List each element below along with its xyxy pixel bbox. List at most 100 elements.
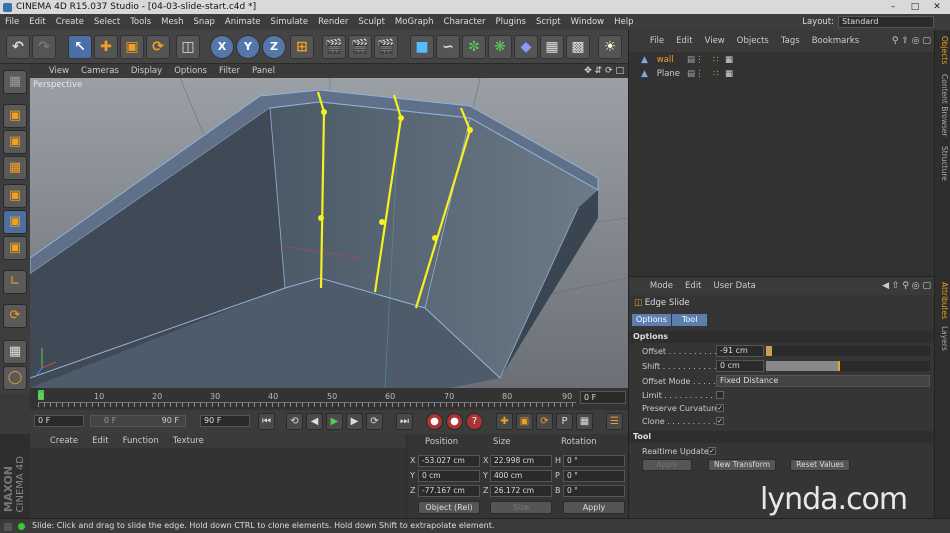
tab-objects[interactable]: Objects xyxy=(937,36,949,64)
rot-h-field[interactable]: 0 ° xyxy=(563,455,625,467)
preserve-curvature-checkbox[interactable]: ✓ xyxy=(716,404,724,412)
texture-mode-icon[interactable]: ▣ xyxy=(3,130,27,154)
record-pla-icon[interactable]: ▦ xyxy=(576,413,593,430)
tab-attributes[interactable]: Attributes xyxy=(937,282,949,319)
reset-values-button[interactable]: Reset Values xyxy=(790,459,850,471)
floor-icon[interactable]: ▦ xyxy=(540,35,564,59)
light-icon[interactable]: ☀ xyxy=(598,35,622,59)
redo-icon[interactable]: ↷ xyxy=(32,35,56,59)
offset-field[interactable]: -91 cm xyxy=(716,345,764,357)
menu-script[interactable]: Script xyxy=(531,14,566,30)
viewport-menu-options[interactable]: Options xyxy=(168,64,213,78)
pos-x-field[interactable]: -53.027 cm xyxy=(418,455,480,467)
shift-field[interactable]: 0 cm xyxy=(716,360,764,372)
attribute-menu-mode[interactable]: Mode xyxy=(644,277,679,295)
menu-edit[interactable]: Edit xyxy=(24,14,50,30)
scale-icon[interactable]: ▣ xyxy=(120,35,144,59)
edges-mode-icon[interactable]: ▣ xyxy=(3,210,27,234)
shift-slider[interactable] xyxy=(766,361,930,371)
timeline-window-icon[interactable]: ☰ xyxy=(606,413,623,430)
snap-icon[interactable]: ▦ xyxy=(3,340,27,364)
render-picture-viewer-icon[interactable]: 🎬 xyxy=(348,35,372,59)
render-view-icon[interactable]: 🎬 xyxy=(322,35,346,59)
texture-tag-icon[interactable]: ▦ xyxy=(725,67,733,81)
record-scale-icon[interactable]: ▣ xyxy=(516,413,533,430)
viewport-menu-cameras[interactable]: Cameras xyxy=(75,64,125,78)
attribute-nav-icons[interactable]: ◀ ⇧ ⚲ ◎ ▢ xyxy=(882,277,931,295)
menu-character[interactable]: Character xyxy=(439,14,491,30)
close-button[interactable]: ✕ xyxy=(926,1,948,13)
size-mode-select[interactable]: Size xyxy=(490,501,552,514)
timeline-ruler[interactable]: 0 10 20 30 40 50 60 70 80 90 0 F xyxy=(30,388,628,410)
frame-range-slider[interactable]: 0 F 90 F xyxy=(90,415,186,427)
menu-tools[interactable]: Tools xyxy=(125,14,156,30)
axis-mode-icon[interactable]: ∟ xyxy=(3,270,27,294)
object-tag-icon[interactable]: ∷ xyxy=(713,67,718,81)
menu-sculpt[interactable]: Sculpt xyxy=(353,14,390,30)
object-menu-view[interactable]: View xyxy=(699,30,731,52)
pos-z-field[interactable]: -77.167 cm xyxy=(418,485,480,497)
make-editable-icon[interactable]: ▦ xyxy=(3,70,27,94)
minimize-button[interactable]: – xyxy=(882,1,904,13)
apply-button[interactable]: Apply xyxy=(642,459,692,471)
points-mode-icon[interactable]: ▣ xyxy=(3,184,27,208)
object-row-plane[interactable]: ▲ Plane ▤⋮ ∷ ▦ xyxy=(641,67,733,81)
coordinates-apply-button[interactable]: Apply xyxy=(563,501,625,514)
menu-simulate[interactable]: Simulate xyxy=(266,14,314,30)
size-y-field[interactable]: 400 cm xyxy=(490,470,552,482)
recent-tool-icon[interactable]: ◫ xyxy=(176,35,200,59)
object-menu-bookmarks[interactable]: Bookmarks xyxy=(806,30,866,52)
goto-prev-key-icon[interactable]: ⟲ xyxy=(286,413,303,430)
menu-create[interactable]: Create xyxy=(51,14,89,30)
object-menu-objects[interactable]: Objects xyxy=(731,30,775,52)
record-parameter-icon[interactable]: P xyxy=(556,413,573,430)
tab-options[interactable]: Options xyxy=(632,314,671,326)
goto-next-key-icon[interactable]: ⟳ xyxy=(366,413,383,430)
viewport[interactable]: Perspective xyxy=(30,78,628,388)
tweak-mode-icon[interactable]: ⟳ xyxy=(3,304,27,328)
material-manager[interactable]: Create Edit Function Texture xyxy=(30,434,406,518)
offset-slider-handle[interactable] xyxy=(766,346,772,356)
spline-pen-icon[interactable]: ∽ xyxy=(436,35,460,59)
tab-content-browser[interactable]: Content Browser xyxy=(937,74,949,137)
autokey-icon[interactable]: ● xyxy=(446,413,463,430)
menu-render[interactable]: Render xyxy=(313,14,353,30)
live-selection-icon[interactable]: ↖ xyxy=(68,35,92,59)
z-axis-button[interactable]: Z xyxy=(262,35,286,59)
rot-b-field[interactable]: 0 ° xyxy=(563,485,625,497)
tab-tool[interactable]: Tool xyxy=(671,314,708,326)
attribute-menu-edit[interactable]: Edit xyxy=(679,277,707,295)
current-frame-field[interactable]: 0 F xyxy=(580,391,626,404)
material-menu-create[interactable]: Create xyxy=(43,434,85,448)
cube-icon[interactable]: ■ xyxy=(410,35,434,59)
offset-slider[interactable] xyxy=(766,346,930,356)
material-menu-texture[interactable]: Texture xyxy=(166,434,211,448)
undo-icon[interactable]: ↶ xyxy=(6,35,30,59)
viewport-nav-icons[interactable]: ✥ ⇵ ⟳ □ xyxy=(584,64,624,78)
render-settings-icon[interactable]: 🎬 xyxy=(374,35,398,59)
tab-structure[interactable]: Structure xyxy=(937,146,949,181)
record-position-icon[interactable]: ✚ xyxy=(496,413,513,430)
layout-select[interactable]: Standard xyxy=(838,16,934,28)
object-row-wall[interactable]: ▲ wall ▤⋮ ∷ ▦ xyxy=(641,53,733,67)
prev-frame-icon[interactable]: ◀ xyxy=(306,413,323,430)
menu-mesh[interactable]: Mesh xyxy=(156,14,188,30)
size-x-field[interactable]: 22.998 cm xyxy=(490,455,552,467)
coordinate-system-icon[interactable]: ⊞ xyxy=(290,35,314,59)
tab-layers[interactable]: Layers xyxy=(937,326,949,351)
object-tag-icon[interactable]: ∷ xyxy=(713,53,718,67)
end-frame-field[interactable]: 90 F xyxy=(200,415,250,427)
record-keys-icon[interactable]: ● xyxy=(426,413,443,430)
start-frame-field[interactable]: 0 F xyxy=(34,415,84,427)
rot-p-field[interactable]: 0 ° xyxy=(563,470,625,482)
attribute-menu-userdata[interactable]: User Data xyxy=(708,277,762,295)
workplane-mode-icon[interactable]: ▦ xyxy=(3,156,27,180)
coordinate-mode-select[interactable]: Object (Rel) xyxy=(418,501,480,514)
offset-mode-select[interactable]: Fixed Distance xyxy=(716,375,930,387)
object-search-icon[interactable]: ⚲ ⇧ ◎ ▢ xyxy=(892,30,931,52)
material-menu-edit[interactable]: Edit xyxy=(85,434,115,448)
record-rotation-icon[interactable]: ⟳ xyxy=(536,413,553,430)
object-visibility-icon[interactable]: ▤⋮ xyxy=(687,67,704,81)
menu-help[interactable]: Help xyxy=(609,14,638,30)
pos-y-field[interactable]: 0 cm xyxy=(418,470,480,482)
